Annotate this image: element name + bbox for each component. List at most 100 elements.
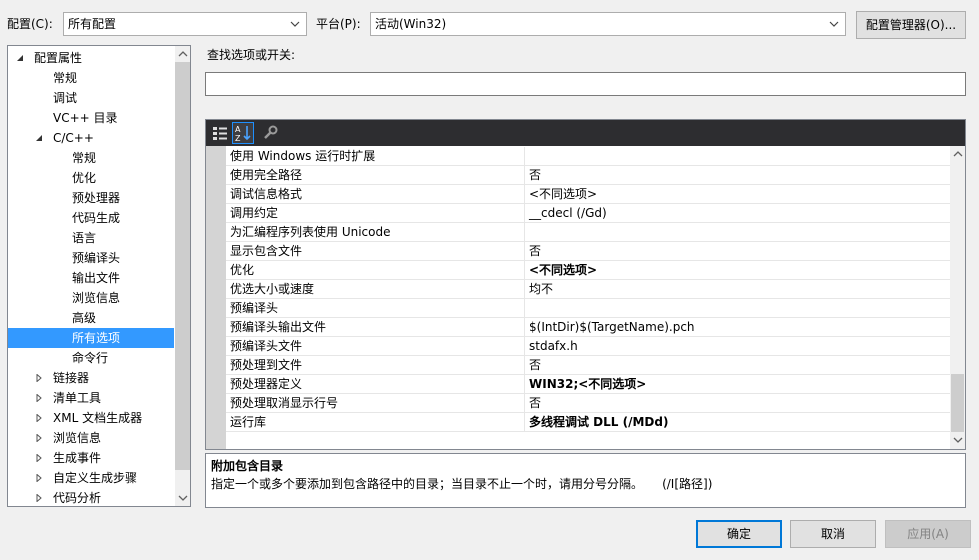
- property-row[interactable]: 使用完全路径 否: [226, 166, 950, 185]
- property-value[interactable]: <不同选项>: [526, 261, 597, 279]
- scroll-down-icon[interactable]: [953, 436, 963, 444]
- property-row[interactable]: 调试信息格式 <不同选项>: [226, 185, 950, 204]
- property-value[interactable]: 均不: [526, 280, 553, 298]
- property-row[interactable]: 显示包含文件 否: [226, 242, 950, 261]
- chevron-down-icon: [829, 21, 839, 27]
- collapsed-triangle-icon[interactable]: [35, 454, 43, 462]
- property-name: 预编译头: [230, 301, 279, 315]
- grid-scrollbar[interactable]: [950, 146, 965, 449]
- cancel-button[interactable]: 取消: [790, 520, 876, 548]
- svg-text:A: A: [235, 125, 241, 134]
- apply-button[interactable]: 应用(A): [885, 520, 971, 548]
- column-divider: [524, 280, 525, 299]
- property-tree[interactable]: 配置属性 常规 调试 VC++ 目录 C/C++ 常规 优化 预处理器 代码生成 语言 预编译头 输出…: [7, 45, 191, 507]
- expanded-triangle-icon[interactable]: [35, 134, 43, 142]
- tree-scroll-thumb[interactable]: [175, 62, 190, 470]
- tree-item-label: 代码生成: [72, 211, 121, 225]
- tree-item[interactable]: VC++ 目录: [8, 108, 174, 128]
- property-row[interactable]: 运行库 多线程调试 DLL (/MDd): [226, 413, 950, 432]
- tree-item[interactable]: XML 文档生成器: [8, 408, 174, 428]
- property-value[interactable]: __cdecl (/Gd): [526, 204, 607, 222]
- search-input[interactable]: [205, 72, 966, 96]
- property-value[interactable]: 否: [526, 356, 541, 374]
- property-grid[interactable]: A Z 使用 Windows 运行时扩展 使用完全路径否调试信息格式 <不同选项> 调…: [205, 119, 966, 450]
- collapsed-triangle-icon[interactable]: [35, 434, 43, 442]
- tree-item[interactable]: 配置属性: [8, 48, 174, 68]
- property-row[interactable]: 优化 <不同选项>: [226, 261, 950, 280]
- tree-item[interactable]: 常规: [8, 148, 174, 168]
- tree-item-label: 常规: [72, 151, 97, 165]
- column-divider: [524, 356, 525, 375]
- property-value[interactable]: 否: [526, 166, 541, 184]
- tree-item[interactable]: 输出文件: [8, 268, 174, 288]
- tree-item[interactable]: 常规: [8, 68, 174, 88]
- property-value[interactable]: <不同选项>: [526, 185, 597, 203]
- column-divider: [524, 261, 525, 280]
- tree-item[interactable]: 生成事件: [8, 448, 174, 468]
- property-row[interactable]: 预处理到文件 否: [226, 356, 950, 375]
- tree-item[interactable]: 预处理器: [8, 188, 174, 208]
- tree-item[interactable]: C/C++: [8, 128, 174, 148]
- property-row[interactable]: 优选大小或速度 均不: [226, 280, 950, 299]
- tree-item-label: 语言: [72, 231, 97, 245]
- config-manager-button[interactable]: 配置管理器(O)...: [856, 11, 966, 39]
- tree-item[interactable]: 自定义生成步骤: [8, 468, 174, 488]
- description-panel: 附加包含目录 指定一个或多个要添加到包含路径中的目录；当目录不止一个时，请用分号…: [205, 453, 966, 508]
- tree-item[interactable]: 链接器: [8, 368, 174, 388]
- tree-item[interactable]: 优化: [8, 168, 174, 188]
- property-name: 调试信息格式: [230, 187, 303, 201]
- platform-label: 平台(P):: [316, 17, 361, 31]
- tree-item[interactable]: 代码生成: [8, 208, 174, 228]
- collapsed-triangle-icon[interactable]: [35, 474, 43, 482]
- platform-combobox[interactable]: 活动(Win32): [370, 12, 846, 36]
- scroll-up-icon[interactable]: [953, 150, 963, 158]
- tree-item-label: 输出文件: [72, 271, 121, 285]
- ok-button[interactable]: 确定: [696, 520, 782, 548]
- property-name: 使用 Windows 运行时扩展: [230, 149, 376, 163]
- collapsed-triangle-icon[interactable]: [35, 374, 43, 382]
- collapsed-triangle-icon[interactable]: [35, 394, 43, 402]
- collapsed-triangle-icon[interactable]: [35, 414, 43, 422]
- property-row[interactable]: 预处理取消显示行号 否: [226, 394, 950, 413]
- tree-item[interactable]: 浏览信息: [8, 288, 174, 308]
- property-value[interactable]: 否: [526, 242, 541, 260]
- tree-item[interactable]: 所有选项: [8, 328, 174, 348]
- property-value[interactable]: 否: [526, 394, 541, 412]
- categorized-view-button[interactable]: [211, 124, 229, 142]
- config-combobox[interactable]: 所有配置: [63, 12, 307, 36]
- property-value[interactable]: 多线程调试 DLL (/MDd): [526, 413, 668, 431]
- tree-item[interactable]: 预编译头: [8, 248, 174, 268]
- tree-item[interactable]: 调试: [8, 88, 174, 108]
- property-value[interactable]: $(IntDir)$(TargetName).pch: [526, 318, 695, 336]
- column-divider: [524, 394, 525, 413]
- tree-item[interactable]: 高级: [8, 308, 174, 328]
- property-value[interactable]: WIN32;<不同选项>: [526, 375, 646, 393]
- property-value[interactable]: stdafx.h: [526, 337, 578, 355]
- property-row[interactable]: 为汇编程序列表使用 Unicode: [226, 223, 950, 242]
- tree-item[interactable]: 代码分析: [8, 488, 174, 506]
- property-row[interactable]: 调用约定 __cdecl (/Gd): [226, 204, 950, 223]
- tree-item[interactable]: 浏览信息: [8, 428, 174, 448]
- property-row[interactable]: 使用 Windows 运行时扩展: [226, 147, 950, 166]
- scroll-up-icon[interactable]: [178, 50, 188, 58]
- property-name: 预处理到文件: [230, 358, 303, 372]
- tree-scrollbar[interactable]: [175, 46, 190, 506]
- description-title: 附加包含目录: [211, 459, 284, 473]
- collapsed-triangle-icon[interactable]: [35, 494, 43, 502]
- property-row[interactable]: 预编译头文件 stdafx.h: [226, 337, 950, 356]
- property-row[interactable]: 预编译头: [226, 299, 950, 318]
- config-value: 所有配置: [68, 17, 117, 31]
- property-row[interactable]: 预编译头输出文件 $(IntDir)$(TargetName).pch: [226, 318, 950, 337]
- property-pages-button[interactable]: [261, 124, 279, 142]
- alphabetical-sort-button[interactable]: A Z: [232, 122, 254, 144]
- tree-item[interactable]: 清单工具: [8, 388, 174, 408]
- tree-item[interactable]: 语言: [8, 228, 174, 248]
- scroll-down-icon[interactable]: [178, 494, 188, 502]
- svg-text:Z: Z: [235, 134, 241, 143]
- property-row[interactable]: 预处理器定义 WIN32;<不同选项>: [226, 375, 950, 394]
- chevron-down-icon: [290, 21, 300, 27]
- grid-scroll-thumb[interactable]: [951, 374, 964, 432]
- column-divider: [524, 185, 525, 204]
- expanded-triangle-icon[interactable]: [16, 54, 24, 62]
- tree-item[interactable]: 命令行: [8, 348, 174, 368]
